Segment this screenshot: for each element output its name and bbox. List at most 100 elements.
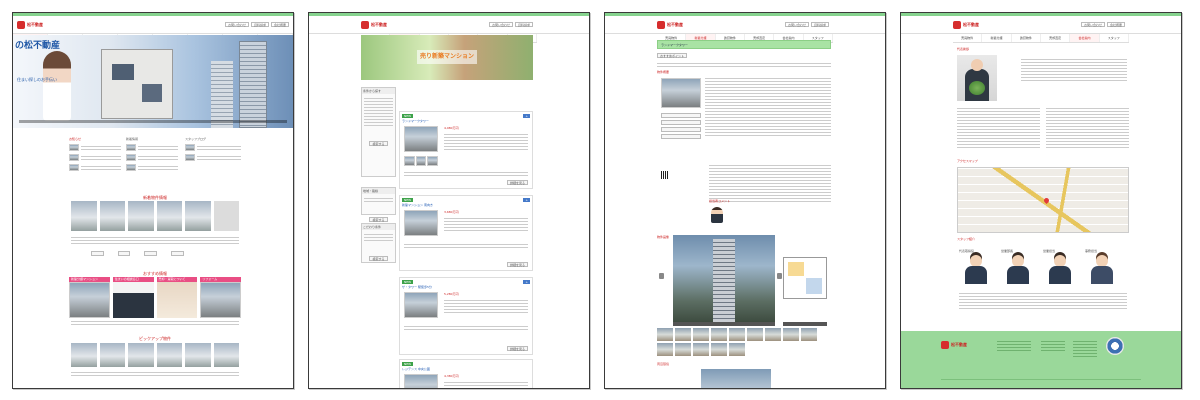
listing-price: 4,380万円	[444, 374, 459, 378]
more-button[interactable]	[144, 251, 158, 256]
header-link[interactable]: 会社概要	[270, 22, 289, 27]
features-table	[709, 163, 831, 204]
search-button[interactable]: 検索する	[369, 217, 388, 222]
site-logo[interactable]: 松不動産	[657, 20, 683, 29]
recommend-card[interactable]: 住まいの相談窓口	[112, 277, 154, 318]
listing-thumb[interactable]	[156, 201, 182, 231]
chevron-right-icon[interactable]	[777, 273, 782, 279]
staff-role: 事務担当	[1085, 249, 1098, 253]
listing-card[interactable]: NEW レジデンス 中央公園 4,380万円	[399, 359, 533, 388]
listing-title[interactable]: ザ・タワー 駅徒歩5分	[402, 285, 432, 289]
pickup-thumb[interactable]	[185, 343, 211, 367]
gallery-thumb[interactable]	[729, 343, 745, 356]
gallery-thumb[interactable]	[657, 343, 673, 356]
listing-title[interactable]: ランドマークタワー	[402, 119, 429, 123]
surround-image[interactable]	[701, 369, 771, 388]
header-link[interactable]: 資料請求	[514, 22, 533, 27]
search-button[interactable]: 検索する	[369, 141, 388, 146]
gallery-thumb[interactable]	[657, 328, 673, 341]
footer-links[interactable]	[1073, 339, 1097, 359]
property-photo[interactable]	[661, 78, 701, 108]
listing-card[interactable]: NEW 新築マンション 南向き + 3,680万円 詳細を見る	[399, 195, 533, 271]
favorite-button[interactable]	[661, 127, 701, 132]
share-button[interactable]	[661, 134, 701, 139]
home-icon[interactable]	[213, 201, 239, 231]
favorite-tag[interactable]: +	[523, 114, 530, 118]
nav-item[interactable]: スタッフ	[1100, 34, 1129, 42]
header-link[interactable]: 会社概要	[1106, 22, 1125, 27]
gallery-thumb[interactable]	[783, 328, 799, 341]
nav-item[interactable]: 新築分譲	[982, 34, 1012, 42]
more-button[interactable]	[171, 251, 184, 256]
favorite-tag[interactable]: +	[523, 198, 530, 202]
favorite-tag[interactable]: +	[523, 280, 530, 284]
listing-thumb[interactable]	[128, 201, 154, 231]
listing-photo[interactable]	[404, 210, 438, 236]
print-button[interactable]	[661, 120, 701, 125]
listing-thumb[interactable]	[71, 201, 97, 231]
gallery-thumb[interactable]	[693, 328, 709, 341]
inquiry-button[interactable]	[661, 113, 701, 118]
listing-photo[interactable]	[404, 126, 438, 152]
qr-code-icon	[661, 171, 669, 179]
recommend-tab[interactable]: おすすめポイント	[657, 53, 688, 58]
nav-item[interactable]: 売却査定	[1041, 34, 1071, 42]
new-info-title: 新着情報	[126, 137, 139, 141]
site-logo[interactable]: 松不動産	[17, 20, 43, 29]
listing-title[interactable]: 新築マンション 南向き	[402, 203, 433, 207]
section-title: ピックアップ物件	[139, 336, 171, 341]
site-logo[interactable]: 松不動産	[361, 20, 387, 29]
listing-thumb[interactable]	[185, 201, 211, 231]
more-button[interactable]	[117, 251, 131, 256]
header-link[interactable]: お問い合わせ	[784, 22, 809, 27]
hero-banner[interactable]: の松不動産 住まい探しのお手伝い	[13, 35, 293, 128]
site-logo[interactable]: 松不動産	[953, 20, 979, 29]
pickup-thumb[interactable]	[128, 343, 154, 367]
recommend-card[interactable]: 新築分譲マンション	[69, 277, 110, 318]
recommend-card[interactable]: 売却・買取について	[156, 277, 198, 318]
gallery-thumb[interactable]	[711, 343, 727, 356]
header-link[interactable]: 資料請求	[250, 22, 269, 27]
listing-title[interactable]: レジデンス 中央公園	[402, 367, 430, 371]
listing-card[interactable]: NEW ザ・タワー 駅徒歩5分 + 5,280万円 詳細を見る	[399, 277, 533, 355]
header-link[interactable]: お問い合わせ	[224, 22, 249, 27]
detail-button[interactable]: 詳細を見る	[506, 180, 528, 185]
listing-thumb[interactable]	[99, 201, 125, 231]
header-link[interactable]: お問い合わせ	[488, 22, 513, 27]
access-map[interactable]	[957, 167, 1129, 233]
screenshot-detail: 松不動産 お問い合わせ 資料請求 売買物件 新築分譲 賃貸物件 売却査定 会社案…	[604, 12, 886, 389]
logo-text: 松不動産	[963, 21, 979, 27]
listing-photo[interactable]	[404, 374, 438, 388]
search-button[interactable]: 検索する	[369, 256, 388, 261]
gallery-thumb[interactable]	[675, 328, 691, 341]
floor-plan-image[interactable]	[783, 257, 827, 299]
gallery-thumb[interactable]	[711, 328, 727, 341]
header-link[interactable]: 資料請求	[810, 22, 829, 27]
gallery-thumb[interactable]	[675, 343, 691, 356]
nav-item[interactable]: 賃貸物件	[1012, 34, 1041, 42]
more-button[interactable]	[91, 251, 104, 256]
gallery-thumb[interactable]	[765, 328, 781, 341]
listing-photo[interactable]	[404, 292, 438, 318]
nav-item[interactable]: 売買物件	[953, 34, 983, 42]
header-link[interactable]: お問い合わせ	[1080, 22, 1105, 27]
gallery-thumb[interactable]	[693, 343, 709, 356]
pickup-thumb[interactable]	[213, 343, 239, 367]
nav-item[interactable]: 会社案内	[1070, 34, 1100, 42]
gallery-thumb[interactable]	[729, 328, 745, 341]
pickup-thumb[interactable]	[99, 343, 125, 367]
detail-button[interactable]: 詳細を見る	[506, 262, 528, 267]
listing-card[interactable]: NEW ランドマークタワー + 4,980万円 詳細を見る	[399, 111, 533, 189]
footer-links[interactable]	[1041, 339, 1065, 353]
main-gallery-image[interactable]	[673, 235, 775, 323]
chevron-left-icon[interactable]	[659, 273, 664, 279]
gallery-thumb[interactable]	[801, 328, 817, 341]
footer-logo[interactable]: 松不動産	[941, 341, 967, 349]
action-buttons	[661, 113, 701, 139]
gallery-thumb[interactable]	[747, 328, 763, 341]
pickup-thumb[interactable]	[156, 343, 182, 367]
pickup-thumb[interactable]	[71, 343, 97, 367]
recommend-card[interactable]: リフォーム	[200, 277, 241, 318]
detail-button[interactable]: 詳細を見る	[506, 346, 528, 351]
listing-price: 3,680万円	[444, 210, 459, 214]
